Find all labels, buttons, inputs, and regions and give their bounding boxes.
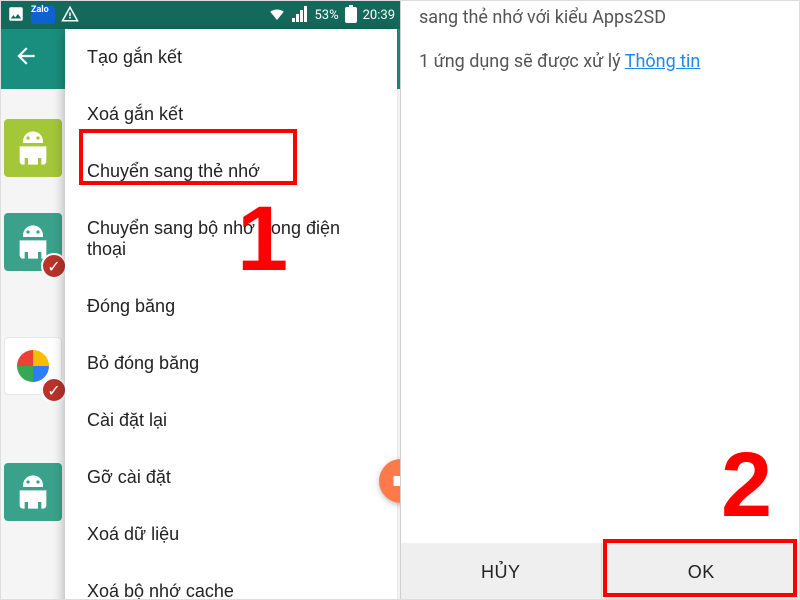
menu-item-freeze[interactable]: Đóng băng [65, 278, 397, 335]
menu-item-clear-data[interactable]: Xoá dữ liệu [65, 506, 397, 563]
annotation-number-2: 2 [721, 433, 772, 538]
battery-percent: 53% [314, 9, 338, 22]
info-link[interactable]: Thông tin [625, 51, 701, 72]
menu-item-unfreeze[interactable]: Bỏ đóng băng [65, 335, 397, 392]
menu-item-remove-link[interactable]: Xoá gắn kết [65, 86, 397, 143]
selected-badge-icon: ✓ [41, 377, 67, 403]
image-icon [7, 5, 25, 26]
app-icon-android-3[interactable] [4, 463, 62, 521]
left-screenshot: Zalo 53% 20:39 [1, 1, 401, 600]
selected-badge-icon: ✓ [41, 253, 67, 279]
back-icon[interactable] [13, 43, 39, 75]
menu-item-uninstall[interactable]: Gỡ cài đặt [65, 449, 397, 506]
menu-item-create-link[interactable]: Tạo gắn kết [65, 29, 397, 86]
dialog-footer: HỦY OK [401, 543, 800, 600]
warning-icon [61, 5, 79, 26]
menu-item-clear-cache[interactable]: Xoá bộ nhớ cache [65, 563, 397, 600]
wifi-icon [268, 5, 286, 26]
ok-button[interactable]: OK [601, 543, 800, 600]
menu-item-move-to-internal[interactable]: Chuyển sang bộ nhớ trong điện thoại [65, 200, 397, 278]
menu-item-reinstall[interactable]: Cài đặt lại [65, 392, 397, 449]
dialog-text-line1: sang thẻ nhớ với kiểu Apps2SD [419, 5, 783, 31]
app-icon-android-1[interactable] [4, 119, 62, 177]
status-bar: Zalo 53% 20:39 [1, 1, 401, 29]
dialog-text-line2: 1 ứng dụng sẽ được xử lý Thông tin [419, 49, 783, 75]
zalo-icon: Zalo [31, 6, 55, 24]
battery-icon [345, 5, 357, 26]
right-screenshot: sang thẻ nhớ với kiểu Apps2SD 1 ứng dụng… [401, 1, 800, 600]
menu-item-move-to-sd[interactable]: Chuyển sang thẻ nhớ [65, 143, 397, 200]
dialog-body: sang thẻ nhớ với kiểu Apps2SD 1 ứng dụng… [401, 1, 800, 75]
signal-icon [292, 6, 308, 25]
cancel-button[interactable]: HỦY [401, 543, 601, 600]
clock: 20:39 [363, 9, 395, 22]
context-menu: Tạo gắn kết Xoá gắn kết Chuyển sang thẻ … [65, 29, 397, 600]
